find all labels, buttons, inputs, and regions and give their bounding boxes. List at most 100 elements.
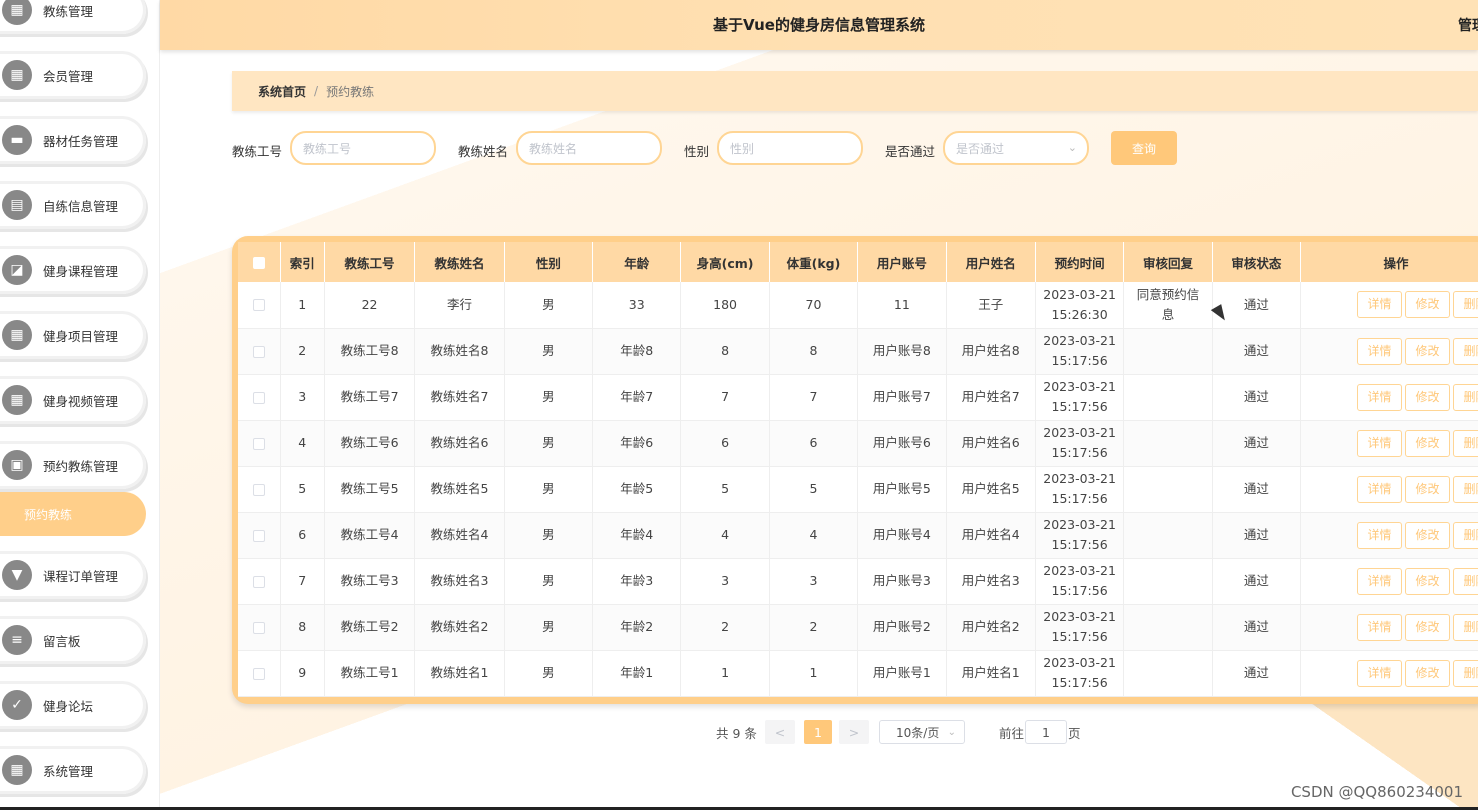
edit-button[interactable]: 修改 bbox=[1405, 337, 1451, 365]
page-number-current[interactable]: 1 bbox=[804, 720, 832, 744]
cell-weight: 1 bbox=[769, 650, 859, 697]
select-all-cell bbox=[238, 242, 281, 282]
approved-label: 是否通过 bbox=[885, 144, 936, 159]
cell-actions: 详情修改删除 bbox=[1300, 420, 1478, 467]
table-row[interactable]: 7 教练工号3 教练姓名3 男年龄3 3 3 用户账号3 用户姓名3 2023-03-21 15:… bbox=[238, 558, 1478, 605]
gender-input[interactable]: 性别 bbox=[717, 131, 863, 165]
appointment-date: 2023-03-21 bbox=[1043, 425, 1116, 440]
appointment-date: 2023-03-21 bbox=[1043, 471, 1116, 486]
sidebar-item[interactable]: ▤ 自练信息管理 bbox=[0, 181, 146, 229]
delete-button[interactable]: 删除 bbox=[1453, 659, 1478, 687]
edit-button[interactable]: 修改 bbox=[1405, 567, 1451, 595]
sidebar-item[interactable]: ▬ 器材任务管理 bbox=[0, 116, 146, 164]
table-row[interactable]: 1 22 李行男 33 180 70 11 王子 2023-03-21 15:26:30 同意预约信… bbox=[238, 282, 1478, 329]
appointment-clock: 15:17:56 bbox=[1051, 675, 1108, 690]
detail-button[interactable]: 详情 bbox=[1357, 383, 1403, 411]
cell-user-name: 用户姓名6 bbox=[946, 420, 1036, 467]
sidebar-item[interactable]: ▦ 系统管理 bbox=[0, 746, 146, 794]
column-header: 预约时间 bbox=[1035, 242, 1125, 282]
delete-button[interactable]: 删除 bbox=[1453, 291, 1478, 319]
sidebar-subitem-active[interactable]: 预约教练 bbox=[0, 492, 146, 536]
row-checkbox[interactable] bbox=[252, 391, 265, 404]
edit-button[interactable]: 修改 bbox=[1405, 613, 1451, 641]
cell-gender: 男 bbox=[504, 328, 594, 375]
cell-coach-name: 教练姓名2 bbox=[414, 604, 505, 651]
cell-review-reply bbox=[1123, 512, 1213, 559]
delete-button[interactable]: 删除 bbox=[1453, 521, 1478, 549]
coach-no-placeholder: 教练工号 bbox=[303, 141, 352, 156]
sliders-icon: ≡ bbox=[2, 625, 32, 655]
edit-button[interactable]: 修改 bbox=[1405, 429, 1451, 457]
sidebar-item[interactable]: ▼ 课程订单管理 bbox=[0, 551, 146, 599]
cell-review-status: 通过 bbox=[1212, 558, 1302, 605]
sidebar-item[interactable]: ▦ 健身项目管理 bbox=[0, 311, 146, 359]
detail-button[interactable]: 详情 bbox=[1357, 521, 1403, 549]
cell-age: 年龄7 bbox=[592, 374, 682, 421]
delete-button[interactable]: 删除 bbox=[1453, 337, 1478, 365]
coach-no-input[interactable]: 教练工号 bbox=[290, 131, 436, 165]
sidebar-item[interactable]: ▦ 教练管理 bbox=[0, 0, 146, 34]
select-all-checkbox[interactable] bbox=[252, 257, 265, 269]
page-size-select[interactable]: 10条/页 ⌄ bbox=[879, 720, 965, 744]
sidebar: ▦ 教练管理 ▦ 会员管理 ▬ 器材任务管理 ▤ 自练信息管理 ◪ 健身课程管理 ▦ 健身项目管理 ▦ 健… bbox=[0, 0, 160, 810]
cell-coach-no: 教练工号5 bbox=[324, 466, 416, 513]
sidebar-item[interactable]: ▦ 健身视频管理 bbox=[0, 376, 146, 424]
edit-button[interactable]: 修改 bbox=[1405, 383, 1451, 411]
row-checkbox[interactable] bbox=[252, 483, 265, 496]
edit-button[interactable]: 修改 bbox=[1405, 291, 1451, 319]
next-page-button[interactable]: > bbox=[839, 720, 869, 744]
row-checkbox[interactable] bbox=[252, 345, 265, 358]
breadcrumb-home[interactable]: 系统首页 bbox=[258, 83, 306, 100]
edit-button[interactable]: 修改 bbox=[1405, 521, 1451, 549]
table-row[interactable]: 5 教练工号5 教练姓名5 男年龄5 5 5 用户账号5 用户姓名5 2023-03-21 15:… bbox=[238, 466, 1478, 513]
table-row[interactable]: 6 教练工号4 教练姓名4 男年龄4 4 4 用户账号4 用户姓名4 2023-03-21 15:… bbox=[238, 512, 1478, 559]
total-count: 共 9 条 bbox=[716, 725, 757, 741]
table-row[interactable]: 2 教练工号8 教练姓名8 男年龄8 8 8 用户账号8 用户姓名8 2023-03-21 15:… bbox=[238, 328, 1478, 375]
sidebar-item-label: 器材任务管理 bbox=[43, 133, 119, 149]
detail-button[interactable]: 详情 bbox=[1357, 475, 1403, 503]
row-checkbox[interactable] bbox=[252, 667, 265, 680]
delete-button[interactable]: 删除 bbox=[1453, 475, 1478, 503]
cell-height: 6 bbox=[680, 420, 770, 467]
detail-button[interactable]: 详情 bbox=[1357, 613, 1403, 641]
detail-button[interactable]: 详情 bbox=[1357, 291, 1403, 319]
sidebar-item[interactable]: ▦ 会员管理 bbox=[0, 51, 146, 99]
cell-weight: 7 bbox=[769, 374, 859, 421]
delete-button[interactable]: 删除 bbox=[1453, 383, 1478, 411]
sidebar-item[interactable]: ▣ 预约教练管理 bbox=[0, 441, 146, 489]
delete-button[interactable]: 删除 bbox=[1453, 613, 1478, 641]
row-checkbox[interactable] bbox=[252, 621, 265, 634]
cell-review-reply bbox=[1123, 420, 1213, 467]
sidebar-item[interactable]: ≡ 留言板 bbox=[0, 616, 146, 664]
delete-button[interactable]: 删除 bbox=[1453, 429, 1478, 457]
column-header: 用户姓名 bbox=[946, 242, 1036, 282]
row-checkbox[interactable] bbox=[252, 437, 265, 450]
detail-button[interactable]: 详情 bbox=[1357, 659, 1403, 687]
table-row[interactable]: 9 教练工号1 教练姓名1 男年龄1 1 1 用户账号1 用户姓名1 2023-03-21 15:… bbox=[238, 650, 1478, 697]
approved-select[interactable]: 是否通过 ⌄ bbox=[943, 131, 1089, 165]
goto-page-input[interactable]: 1 bbox=[1025, 720, 1067, 744]
table-row[interactable]: 8 教练工号2 教练姓名2 男年龄2 2 2 用户账号2 用户姓名2 2023-03-21 15:… bbox=[238, 604, 1478, 651]
row-checkbox[interactable] bbox=[252, 529, 265, 542]
cell-gender: 男 bbox=[504, 466, 594, 513]
detail-button[interactable]: 详情 bbox=[1357, 567, 1403, 595]
cell-height: 8 bbox=[680, 328, 770, 375]
detail-button[interactable]: 详情 bbox=[1357, 337, 1403, 365]
detail-button[interactable]: 详情 bbox=[1357, 429, 1403, 457]
cell-weight: 8 bbox=[769, 328, 859, 375]
edit-button[interactable]: 修改 bbox=[1405, 659, 1451, 687]
delete-button[interactable]: 删除 bbox=[1453, 567, 1478, 595]
table-row[interactable]: 4 教练工号6 教练姓名6 男年龄6 6 6 用户账号6 用户姓名6 2023-03-21 15:… bbox=[238, 420, 1478, 467]
query-button[interactable]: 查询 bbox=[1111, 131, 1177, 165]
row-checkbox[interactable] bbox=[252, 575, 265, 588]
row-checkbox[interactable] bbox=[252, 299, 265, 312]
admin-menu[interactable]: 管理 bbox=[1458, 15, 1478, 35]
sidebar-item[interactable]: ◪ 健身课程管理 bbox=[0, 246, 146, 294]
edit-button[interactable]: 修改 bbox=[1405, 475, 1451, 503]
row-select-cell bbox=[238, 374, 281, 421]
table-row[interactable]: 3 教练工号7 教练姓名7 男年龄7 7 7 用户账号7 用户姓名7 2023-03-21 15:… bbox=[238, 374, 1478, 421]
coach-name-input[interactable]: 教练姓名 bbox=[516, 131, 662, 165]
appointment-clock: 15:17:56 bbox=[1051, 537, 1108, 552]
coach-name-placeholder: 教练姓名 bbox=[529, 141, 578, 156]
prev-page-button[interactable]: < bbox=[765, 720, 795, 744]
